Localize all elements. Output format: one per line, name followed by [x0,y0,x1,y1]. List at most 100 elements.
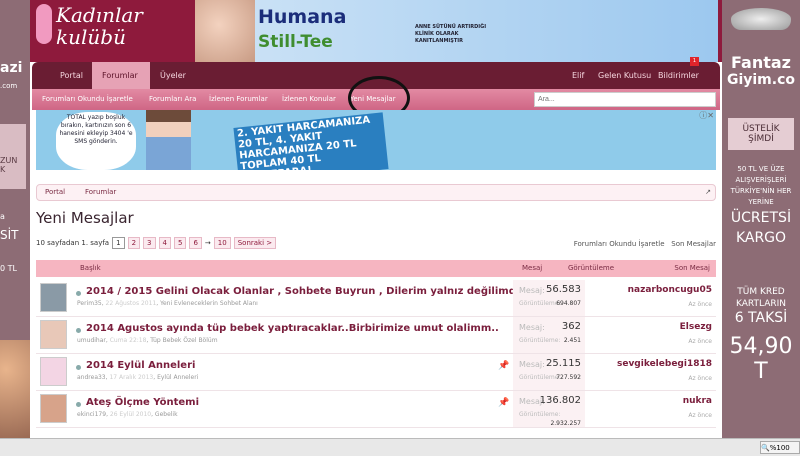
ad-text: 0 TL [0,264,17,273]
thread-author[interactable]: umudihar [77,337,106,344]
ad-text: azi [0,60,23,76]
tab-forumlar[interactable]: Forumlar [92,62,150,89]
messages-label: Mesaj: [519,360,545,369]
ad-text: a [0,212,5,221]
humana-banner-ad[interactable]: Humana Still-Tee ANNE SÜTÜNÜ ARTIRDIĞI K… [195,0,718,62]
last-post-user[interactable]: nazarboncugu05 [628,285,712,295]
zoom-level[interactable]: 🔍%100 [760,441,800,454]
tab-uyeler[interactable]: Üyeler [150,62,196,89]
thread-date: 17 Aralık 2013 [109,374,154,381]
thread-stats: Mesaj: 56.583 Görüntüleme: 694.807 [513,280,585,316]
messages-label: Mesaj: [519,286,545,295]
last-post-time[interactable]: Az önce [688,301,712,308]
ad-text: SİT [0,228,19,242]
thread-row[interactable]: 2014 Agustos ayında tüp bebek yaptıracak… [36,317,716,354]
thread-forum[interactable]: Gebelik [155,411,178,418]
page-2[interactable]: 2 [127,237,141,249]
message-count: 25.115 [546,358,581,369]
thread-title[interactable]: 2014 Eylül Anneleri [86,360,195,371]
page-skip: → [204,239,211,247]
thread-stats: Mesaj: 362 Görüntüleme: 2.451 [513,317,585,353]
last-post-user[interactable]: sevgikelebegi1818 [617,359,712,369]
recent-posts-link[interactable]: Son Mesajlar [671,240,716,248]
pagination: 10 sayfadan 1. sayfa 1 2 3 4 5 6 → 10 So… [36,237,277,249]
col-views[interactable]: Görüntüleme [568,264,614,272]
thread-title[interactable]: 2014 Agustos ayında tüp bebek yaptıracak… [86,323,499,334]
status-bar: 🔍%100 [0,438,800,456]
tab-portal[interactable]: Portal [50,62,93,89]
message-count: 362 [561,321,581,332]
thread-title[interactable]: Ateş Ölçme Yöntemi [86,397,199,408]
ad-text: 6 TAKSİ [734,310,788,326]
site-logo[interactable]: Kadınlar kulübü [36,4,143,48]
views-label: Görüntüleme: [519,300,561,307]
ad-text: ÜSTELİK ŞİMDİ [728,118,794,150]
last-post-user[interactable]: nukra [683,396,712,406]
ad-text: TOTAL yazıp boşluk bırakın, kartınızın s… [56,112,136,170]
col-messages[interactable]: Mesaj [522,264,542,272]
thread-forum[interactable]: Tüp Bebek Özel Bölüm [150,337,217,344]
last-post-time[interactable]: Az önce [688,375,712,382]
avatar[interactable] [40,394,67,423]
jump-icon[interactable]: ↗ [705,185,711,200]
total-banner-ad[interactable]: TOTAL yazıp boşluk bırakın, kartınızın s… [36,110,716,170]
page-6[interactable]: 6 [189,237,202,249]
last-post-time[interactable]: Az önce [688,412,712,419]
ad-text: .com [0,82,18,90]
page-actions: Forumları Okundu İşaretle Son Mesajlar [574,240,716,248]
zoom-value: %100 [769,444,790,452]
watched-threads-link[interactable]: İzlenen Konular [282,89,336,110]
thread-forum[interactable]: Eylül Anneleri [157,374,198,381]
ad-text: TÜM KRED KARTLARIN [735,287,786,309]
logo-text: kulübü [56,25,126,49]
thread-row[interactable]: 2014 Eylül Anneleri andrea33, 17 Aralık … [36,354,716,391]
page-info: 10 sayfadan 1. sayfa [36,239,110,247]
thread-author[interactable]: Perim35 [77,300,102,307]
sticky-pin-icon: 📌 [498,361,510,371]
thread-row[interactable]: Ateş Ölçme Yöntemi ekinci179, 26 Eylül 2… [36,391,716,428]
col-title[interactable]: Başlık [80,264,101,272]
page-5[interactable]: 5 [173,237,187,249]
avatar[interactable] [40,357,67,386]
thread-meta: umudihar, Cuma 22:18, Tüp Bebek Özel Böl… [77,337,218,344]
avatar[interactable] [40,283,67,312]
page-10[interactable]: 10 [213,237,231,249]
avatar[interactable] [40,320,67,349]
left-ad[interactable]: azi .com ZUN K a SİT 0 TL [0,0,30,438]
unread-dot-icon [76,402,81,407]
search-input[interactable] [534,92,716,107]
thread-forum[interactable]: Yeni Evleneceklerin Sohbet Alanı [160,300,258,307]
col-last-post[interactable]: Son Mesaj [674,264,710,272]
eagle-logo-icon [731,8,791,30]
page-4[interactable]: 4 [158,237,171,249]
thread-stats: Mesaj: 25.115 Görüntüleme: 727.592 [513,354,585,390]
ad-brand: Giyim.co [726,72,796,88]
breadcrumb-portal[interactable]: Portal [45,185,65,200]
page-3[interactable]: 3 [143,237,156,249]
page-1[interactable]: 1 [112,237,125,249]
thread-title[interactable]: 2014 / 2015 Gelini Olacak Olanlar , Sohb… [86,286,538,297]
last-post-user[interactable]: Elsezg [680,322,712,332]
mark-read-link[interactable]: Forumları Okundu İşaretle [574,240,665,248]
next-page-button[interactable]: Sonraki > [233,237,277,249]
last-post-time[interactable]: Az önce [688,338,712,345]
ad-text: 50 TL VE ÜZE ALIŞVERİŞLERİ TÜRKİYE'NİN H… [730,165,792,206]
ad-photo [0,340,30,438]
breadcrumb: Portal Forumlar ↗ [36,184,716,201]
thread-meta: andrea33, 17 Aralık 2013, Eylül Anneleri [77,374,199,381]
thread-author[interactable]: ekinci179 [77,411,106,418]
breadcrumb-forumlar[interactable]: Forumlar [85,185,116,200]
right-ad[interactable]: Fantaz Giyim.co ÜSTELİK ŞİMDİ 50 TL VE Ü… [722,0,800,438]
ad-photo [146,110,191,170]
ad-photo [195,0,255,62]
watched-forums-link[interactable]: İzlenen Forumlar [209,89,268,110]
thread-row[interactable]: 2014 / 2015 Gelini Olacak Olanlar , Sohb… [36,280,716,317]
views-label: Görüntüleme: [519,374,561,381]
thread-date: 26 Eylül 2010 [109,411,152,418]
mark-forums-read-link[interactable]: Forumları Okundu İşaretle [42,89,133,110]
alerts-link[interactable]: Bildirimler [648,62,709,89]
message-count: 136.802 [539,395,581,406]
search-forums-link[interactable]: Forumları Ara [149,89,196,110]
ad-close-icon[interactable]: ⓘ✕ [699,110,714,121]
thread-author[interactable]: andrea33 [77,374,106,381]
